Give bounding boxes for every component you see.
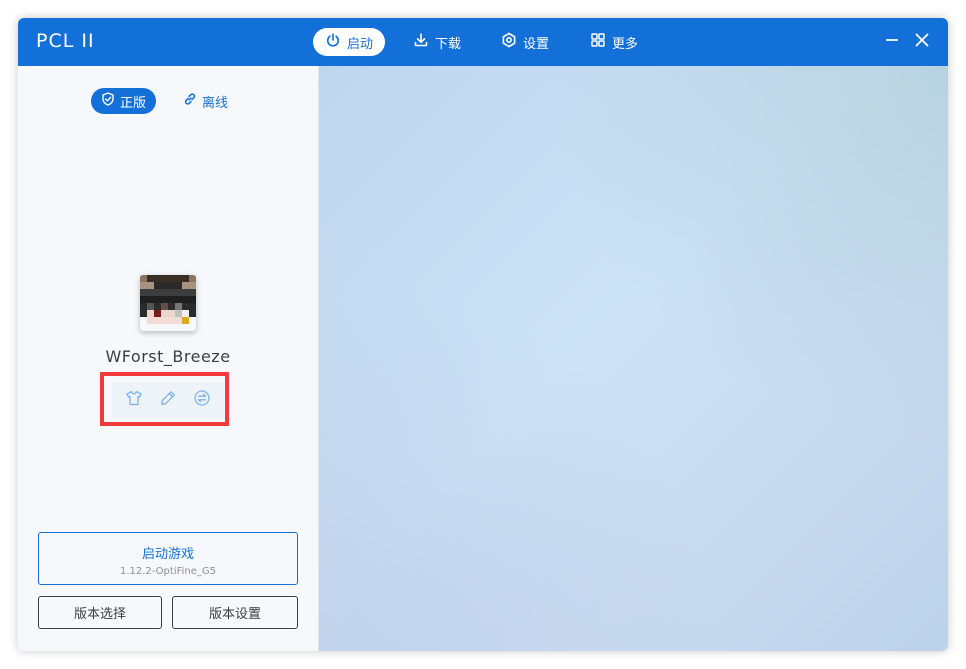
version-select-button[interactable]: 版本选择: [38, 596, 162, 629]
download-icon: [413, 32, 429, 52]
nav-download[interactable]: 下载: [401, 28, 473, 56]
login-mode-offline[interactable]: 离线: [183, 88, 228, 114]
launch-game-button[interactable]: 启动游戏 1.12.2-OptiFine_G5: [38, 532, 298, 585]
skin-button[interactable]: [124, 390, 144, 410]
tshirt-icon: [125, 389, 143, 411]
power-icon: [325, 32, 341, 52]
launch-version-label: 1.12.2-OptiFine_G5: [119, 566, 216, 577]
gear-icon: [501, 32, 517, 52]
switch-account-button[interactable]: [192, 390, 212, 410]
nav-download-label: 下载: [435, 36, 462, 52]
pencil-icon: [159, 389, 177, 411]
profile-actions: [112, 382, 224, 418]
rename-button[interactable]: [158, 390, 178, 410]
nav-more[interactable]: 更多: [578, 28, 650, 56]
swap-icon: [193, 389, 211, 411]
nav-settings-label: 设置: [523, 36, 550, 52]
main-content: [319, 66, 948, 651]
background-gradient: [319, 66, 948, 651]
shield-check-icon: [101, 92, 115, 110]
minimize-icon: [884, 32, 900, 52]
grid-icon: [590, 32, 606, 52]
app-title: PCL II: [36, 30, 95, 52]
nav-more-label: 更多: [612, 36, 639, 52]
launch-game-label: 启动游戏: [141, 547, 194, 562]
login-mode-offline-label: 离线: [202, 95, 229, 111]
title-bar[interactable]: PCL II 启动 下载 设置 更多: [18, 18, 948, 66]
login-mode-online-label: 正版: [120, 95, 147, 111]
close-button[interactable]: [910, 30, 934, 54]
launcher-window: PCL II 启动 下载 设置 更多 正版 离线 WForst_Breeze 启…: [18, 18, 948, 651]
username: WForst_Breeze: [105, 347, 231, 366]
avatar: [140, 275, 196, 331]
close-icon: [914, 32, 930, 52]
nav-launch[interactable]: 启动: [313, 28, 386, 56]
minimize-button[interactable]: [880, 30, 904, 54]
link-icon: [183, 92, 197, 110]
nav-launch-label: 启动: [347, 36, 374, 52]
sidebar: 正版 离线 WForst_Breeze 启动游戏 1.12.2-OptiFine…: [18, 66, 319, 651]
login-mode-online[interactable]: 正版: [91, 88, 157, 114]
version-settings-button[interactable]: 版本设置: [172, 596, 298, 629]
nav-settings[interactable]: 设置: [489, 28, 561, 56]
